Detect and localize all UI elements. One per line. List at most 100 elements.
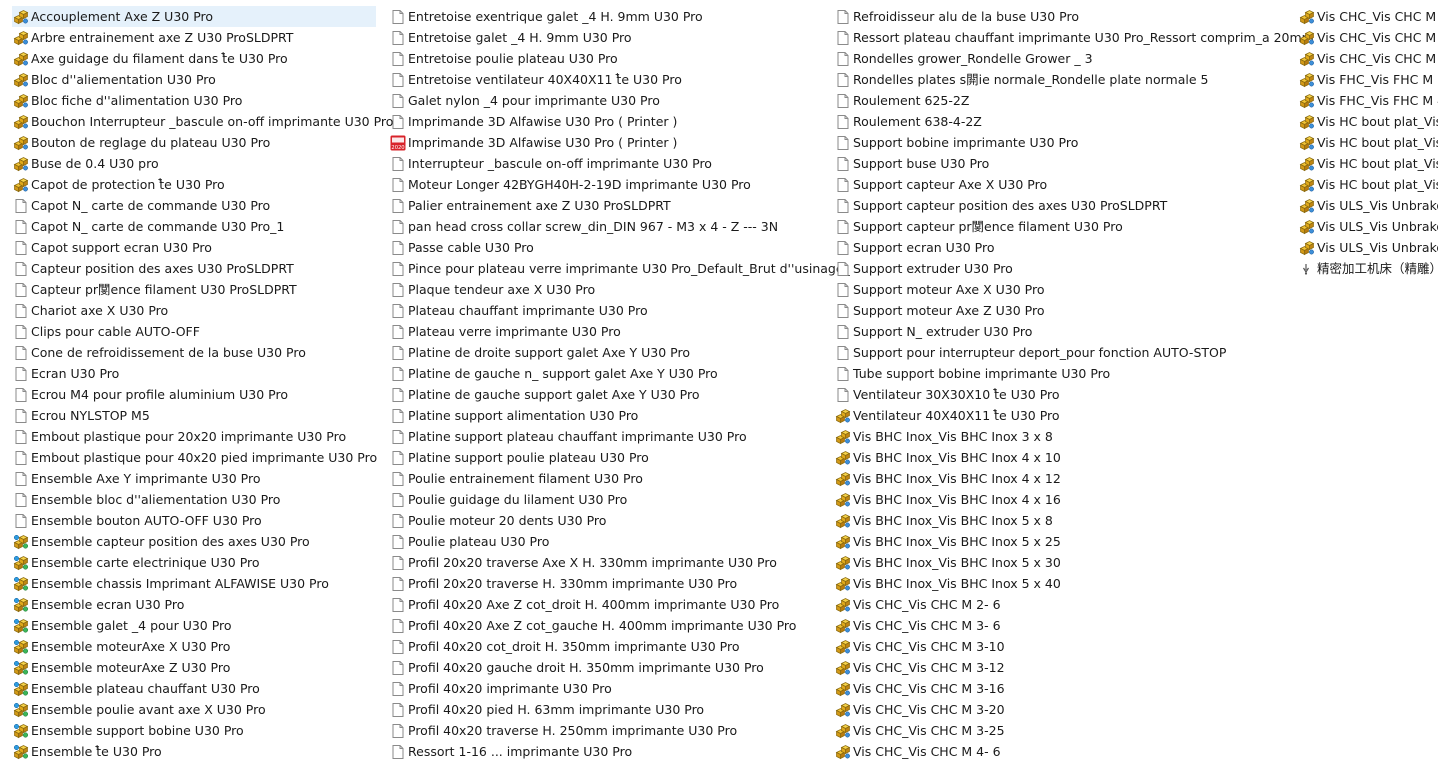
file-item[interactable]: Vis CHC_Vis CHC M 5 [1298,48,1438,69]
file-item[interactable]: Bloc d''aliementation U30 Pro [12,69,376,90]
file-item[interactable]: Capot N_ carte de commande U30 Pro_1 [12,216,376,237]
file-item[interactable]: Vis ULS_Vis Unbrako [1298,195,1438,216]
file-item[interactable]: Vis ULS_Vis Unbrako [1298,237,1438,258]
file-item[interactable]: Vis BHC Inox_Vis BHC Inox 5 x 25 [834,531,1314,552]
file-item[interactable]: Ensemble capteur position des axes U30 P… [12,531,376,552]
file-item[interactable]: Support capteur pr閺ence filament U30 Pro [834,216,1314,237]
file-item[interactable]: Ressort plateau chauffant imprimante U30… [834,27,1314,48]
file-item[interactable]: Vis HC bout plat_Vis [1298,174,1438,195]
file-item[interactable]: Platine de droite support galet Axe Y U3… [389,342,850,363]
file-item[interactable]: Accouplement Axe Z U30 Pro [12,6,376,27]
file-item[interactable]: Support ecran U30 Pro [834,237,1314,258]
file-item[interactable]: Vis CHC_Vis CHC M 4- 6 [834,741,1314,762]
file-item[interactable]: Vis BHC Inox_Vis BHC Inox 3 x 8 [834,426,1314,447]
file-item[interactable]: Vis CHC_Vis CHC M 2- 6 [834,594,1314,615]
file-item[interactable]: Vis BHC Inox_Vis BHC Inox 4 x 10 [834,447,1314,468]
file-item[interactable]: Vis CHC_Vis CHC M 3-16 [834,678,1314,699]
file-item[interactable]: Embout plastique pour 40x20 pied imprima… [12,447,377,468]
file-item[interactable]: Profil 20x20 traverse Axe X H. 330mm imp… [389,552,850,573]
file-item[interactable]: Interrupteur _bascule on-off imprimante … [389,153,850,174]
file-item[interactable]: Support moteur Axe X U30 Pro [834,279,1314,300]
file-item[interactable]: Ventilateur 40X40X11 t໋e U30 Pro [834,405,1314,426]
file-item[interactable]: Arbre entrainement axe Z U30 ProSLDPRT [12,27,376,48]
file-item[interactable]: Ventilateur 30X30X10 t໋e U30 Pro [834,384,1314,405]
file-item[interactable]: Rondelles grower_Rondelle Grower _ 3 [834,48,1314,69]
file-item[interactable]: Ecrou M4 pour profile aluminium U30 Pro [12,384,376,405]
file-item[interactable]: Platine support plateau chauffant imprim… [389,426,850,447]
file-item[interactable]: Vis CHC_Vis CHC M 3-12 [834,657,1314,678]
file-item[interactable]: Vis HC bout plat_Vis [1298,111,1438,132]
file-item[interactable]: Ensemble bouton AUTO-OFF U30 Pro [12,510,376,531]
file-item[interactable]: Pince pour plateau verre imprimante U30 … [389,258,850,279]
file-item[interactable]: Ensemble support bobine U30 Pro [12,720,376,741]
file-item[interactable]: Entretoise poulie plateau U30 Pro [389,48,850,69]
file-item[interactable]: Support N_ extruder U30 Pro [834,321,1314,342]
file-item[interactable]: Platine support poulie plateau U30 Pro [389,447,850,468]
file-item[interactable]: Entretoise galet _4 H. 9mm U30 Pro [389,27,850,48]
file-item[interactable]: 2020 Imprimande 3D Alfawise U30 Pro ( Pri… [389,132,850,153]
file-item[interactable]: Vis HC bout plat_Vis [1298,132,1438,153]
file-item[interactable]: Capot support ecran U30 Pro [12,237,376,258]
file-item[interactable]: Chariot axe X U30 Pro [12,300,376,321]
file-item[interactable]: Entretoise exentrique galet _4 H. 9mm U3… [389,6,850,27]
file-item[interactable]: Ensemble poulie avant axe X U30 Pro [12,699,376,720]
file-item[interactable]: Vis BHC Inox_Vis BHC Inox 5 x 8 [834,510,1314,531]
file-item[interactable]: Ensemble Axe Y imprimante U30 Pro [12,468,376,489]
file-item[interactable]: Support capteur position des axes U30 Pr… [834,195,1314,216]
file-item[interactable]: Passe cable U30 Pro [389,237,850,258]
file-item[interactable]: Entretoise ventilateur 40X40X11 t໋e U30 … [389,69,850,90]
file-item[interactable]: Capteur position des axes U30 ProSLDPRT [12,258,376,279]
file-item[interactable]: Vis ULS_Vis Unbrako [1298,216,1438,237]
file-item[interactable]: Vis HC bout plat_Vis [1298,153,1438,174]
file-item[interactable]: Vis CHC_Vis CHC M 4 [1298,6,1438,27]
file-item[interactable]: Capot de protection t໋e U30 Pro [12,174,376,195]
file-item[interactable]: Poulie guidage du lilament U30 Pro [389,489,850,510]
file-item[interactable]: Vis CHC_Vis CHC M 3- 6 [834,615,1314,636]
file-item[interactable]: Ensemble moteurAxe X U30 Pro [12,636,376,657]
file-item[interactable]: Vis CHC_Vis CHC M 3-25 [834,720,1314,741]
file-item[interactable]: Ensemble t໋e U30 Pro [12,741,376,762]
file-item[interactable]: Roulement 625-2Z [834,90,1314,111]
file-item[interactable]: Bouton de reglage du plateau U30 Pro [12,132,376,153]
file-item[interactable]: Capot N_ carte de commande U30 Pro [12,195,376,216]
file-item[interactable]: Ressort 1-16 ... imprimante U30 Pro [389,741,850,762]
file-item[interactable]: Poulie plateau U30 Pro [389,531,850,552]
file-item[interactable]: Embout plastique pour 20x20 imprimante U… [12,426,376,447]
file-item[interactable]: Buse de 0.4 U30 pro [12,153,376,174]
file-item[interactable]: 精密加工机床（精雕） [1298,258,1438,279]
file-item[interactable]: Galet nylon _4 pour imprimante U30 Pro [389,90,850,111]
file-item[interactable]: Profil 20x20 traverse H. 330mm imprimant… [389,573,850,594]
file-item[interactable]: Ensemble galet _4 pour U30 Pro [12,615,376,636]
file-item[interactable]: Plateau chauffant imprimante U30 Pro [389,300,850,321]
file-item[interactable]: Vis BHC Inox_Vis BHC Inox 4 x 16 [834,489,1314,510]
file-item[interactable]: Ensemble bloc d''aliementation U30 Pro [12,489,376,510]
file-item[interactable]: Cone de refroidissement de la buse U30 P… [12,342,376,363]
file-item[interactable]: pan head cross collar screw_din_DIN 967 … [389,216,850,237]
file-item[interactable]: Ecran U30 Pro [12,363,376,384]
file-item[interactable]: Ensemble carte electrinique U30 Pro [12,552,376,573]
file-item[interactable]: Refroidisseur alu de la buse U30 Pro [834,6,1314,27]
file-item[interactable]: Bouchon Interrupteur _bascule on-off imp… [12,111,393,132]
file-item[interactable]: Vis CHC_Vis CHC M 3-10 [834,636,1314,657]
file-item[interactable]: Tube support bobine imprimante U30 Pro [834,363,1314,384]
file-item[interactable]: Roulement 638-4-2Z [834,111,1314,132]
file-item[interactable]: Profil 40x20 pied H. 63mm imprimante U30… [389,699,850,720]
file-item[interactable]: Vis CHC_Vis CHC M 5 [1298,27,1438,48]
file-item[interactable]: Platine de gauche support galet Axe Y U3… [389,384,850,405]
file-item[interactable]: Axe guidage du filament dans t໋e U30 Pro [12,48,376,69]
file-item[interactable]: Ensemble ecran U30 Pro [12,594,376,615]
file-item[interactable]: Moteur Longer 42BYGH40H-2-19D imprimante… [389,174,850,195]
file-item[interactable]: Poulie entrainement filament U30 Pro [389,468,850,489]
file-item[interactable]: Platine support alimentation U30 Pro [389,405,850,426]
file-item[interactable]: Support extruder U30 Pro [834,258,1314,279]
file-item[interactable]: Support moteur Axe Z U30 Pro [834,300,1314,321]
file-item[interactable]: Profil 40x20 traverse H. 250mm imprimant… [389,720,850,741]
file-item[interactable]: Vis FHC_Vis FHC M 3 [1298,69,1438,90]
file-item[interactable]: Support bobine imprimante U30 Pro [834,132,1314,153]
file-item[interactable]: Poulie moteur 20 dents U30 Pro [389,510,850,531]
file-item[interactable]: Imprimande 3D Alfawise U30 Pro ( Printer… [389,111,850,132]
file-item[interactable]: Platine de gauche n_ support galet Axe Y… [389,363,850,384]
file-item[interactable]: Support capteur Axe X U30 Pro [834,174,1314,195]
file-item[interactable]: Bloc fiche d''alimentation U30 Pro [12,90,376,111]
file-item[interactable]: Ensemble moteurAxe Z U30 Pro [12,657,376,678]
